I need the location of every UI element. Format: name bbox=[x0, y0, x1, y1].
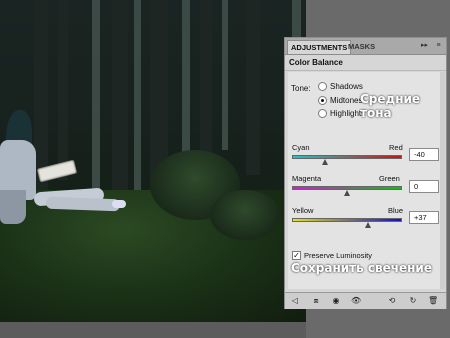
previous-state-icon[interactable]: ⟲ bbox=[387, 296, 397, 306]
preserve-luminosity-caption: Сохранить свечение bbox=[291, 261, 432, 275]
visibility-icon[interactable]: 👁 bbox=[351, 296, 361, 306]
yellow-blue-value[interactable]: +37 bbox=[409, 211, 439, 224]
radio-button[interactable] bbox=[318, 109, 327, 118]
cyan-red-slider-thumb[interactable] bbox=[322, 159, 328, 165]
radio-button[interactable] bbox=[318, 82, 327, 91]
tree-trunk bbox=[134, 0, 141, 195]
panel-title: Color Balance bbox=[289, 58, 343, 67]
radio-label: Shadows bbox=[330, 82, 363, 91]
delete-icon[interactable]: 🗑 bbox=[428, 296, 438, 306]
tree-trunk bbox=[58, 0, 68, 180]
radio-highlights[interactable]: Highlights bbox=[318, 109, 365, 118]
collapse-icon[interactable]: ▸▸ bbox=[419, 41, 430, 51]
tab-masks[interactable]: MASKS bbox=[345, 40, 378, 54]
yellow-blue-slider-thumb[interactable] bbox=[365, 222, 371, 228]
preserve-luminosity-checkbox[interactable]: ✓ bbox=[292, 251, 301, 260]
magenta-green-slider-thumb[interactable] bbox=[344, 190, 350, 196]
girl-figure bbox=[45, 196, 121, 212]
photo-canvas bbox=[0, 0, 306, 322]
radio-button[interactable] bbox=[318, 96, 327, 105]
preserve-luminosity-label: Preserve Luminosity bbox=[304, 251, 372, 260]
moss-mound bbox=[210, 190, 280, 240]
tree-trunk bbox=[112, 0, 128, 190]
view-mode-icon[interactable]: ⧈ bbox=[311, 296, 321, 306]
clip-to-layer-icon[interactable]: ◉ bbox=[331, 296, 341, 306]
reset-icon[interactable]: ↻ bbox=[408, 296, 418, 306]
panel-menu-icon[interactable]: ≡ bbox=[433, 41, 444, 51]
blue-label: Blue bbox=[388, 206, 404, 215]
cyan-red-slider[interactable] bbox=[292, 155, 402, 159]
panel-footer: ◁ ⧈ ◉ 👁 ⟲ ↻ 🗑 bbox=[285, 292, 446, 309]
red-label: Red bbox=[389, 143, 403, 152]
magenta-label: Magenta bbox=[292, 174, 322, 183]
radio-label: Midtones bbox=[330, 96, 363, 105]
tab-adjustments[interactable]: ADJUSTMENTS bbox=[287, 40, 352, 54]
cyan-red-value[interactable]: -40 bbox=[409, 148, 439, 161]
divider bbox=[285, 70, 446, 71]
cyan-label: Cyan bbox=[292, 143, 310, 152]
midtones-caption: Средние тона bbox=[360, 92, 421, 120]
tone-label: Tone: bbox=[291, 84, 311, 93]
magenta-green-value[interactable]: 0 bbox=[409, 180, 439, 193]
workspace-background bbox=[0, 322, 306, 338]
girl-figure bbox=[0, 190, 26, 224]
yellow-blue-slider[interactable] bbox=[292, 218, 402, 222]
tree-trunk bbox=[222, 0, 228, 150]
radio-shadows[interactable]: Shadows bbox=[318, 82, 363, 91]
tree-trunk bbox=[92, 0, 100, 200]
panel-tab-bar: ADJUSTMENTS MASKS ▸▸ ≡ bbox=[285, 38, 446, 55]
tree-trunk bbox=[246, 0, 260, 175]
radio-midtones[interactable]: Midtones bbox=[318, 96, 362, 105]
yellow-label: Yellow bbox=[292, 206, 314, 215]
shoe bbox=[112, 200, 126, 208]
green-label: Green bbox=[379, 174, 400, 183]
back-arrow-icon[interactable]: ◁ bbox=[290, 296, 300, 306]
tree-trunk bbox=[182, 0, 190, 170]
